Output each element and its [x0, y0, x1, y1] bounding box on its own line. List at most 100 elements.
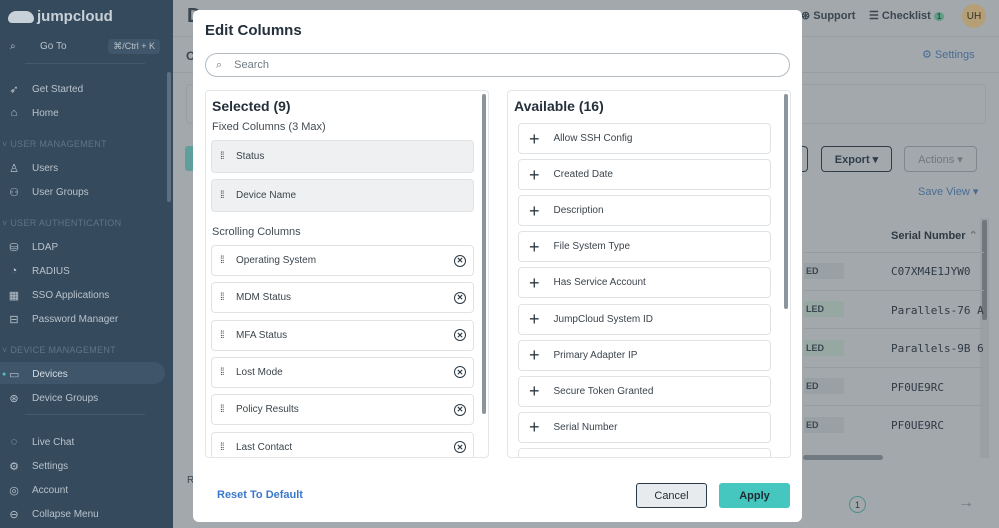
row-divider	[804, 328, 984, 329]
fixed-column-item[interactable]: ⁞⁞ Device Name	[211, 179, 474, 212]
sidebar-scrollbar[interactable]	[167, 72, 171, 202]
actions-button[interactable]: Actions ▾	[904, 146, 977, 172]
sidebar-item-collapse[interactable]: ⊖ Collapse Menu	[8, 508, 99, 521]
sidebar-item-device-groups[interactable]: ⊛ Device Groups	[8, 392, 98, 405]
plus-icon[interactable]: +	[529, 418, 540, 436]
row-divider	[804, 367, 984, 368]
available-column-item[interactable]: + Allow SSH Config	[518, 123, 771, 154]
plus-icon[interactable]: +	[529, 346, 540, 364]
sidebar-item-get-started[interactable]: ➶ Get Started	[8, 83, 83, 96]
sidebar-item-live-chat[interactable]: ◌ Live Chat	[8, 436, 75, 448]
scrolling-column-item[interactable]: ⁞⁞ Lost Mode ✕	[211, 356, 474, 388]
sidebar-item-password-manager[interactable]: ⊟ Password Manager	[8, 313, 118, 326]
label: Live Chat	[32, 436, 75, 448]
scrolling-column-item[interactable]: ⁞⁞ MFA Status ✕	[211, 319, 474, 351]
export-button[interactable]: Export ▾	[821, 146, 892, 172]
available-column-item[interactable]: + Created Date	[518, 159, 771, 191]
drag-handle-icon[interactable]: ⁞⁞	[220, 191, 226, 201]
page-number[interactable]: 1	[849, 496, 866, 513]
plus-icon[interactable]: +	[529, 130, 540, 148]
drag-handle-icon[interactable]: ⁞⁞	[220, 330, 226, 340]
scrolling-column-item[interactable]: ⁞⁞ MDM Status ✕	[211, 282, 474, 314]
selected-scrollbar[interactable]	[482, 94, 486, 414]
drag-handle-icon[interactable]: ⁞⁞	[220, 442, 226, 452]
checklist-icon: ☰	[869, 10, 882, 22]
gear-icon: ⚙	[9, 461, 19, 473]
remove-icon[interactable]: ✕	[454, 291, 466, 304]
goto-search[interactable]: ⌕ Go To ⌘/Ctrl + K	[10, 39, 160, 54]
jumpcloud-logo[interactable]: jumpcloud	[8, 8, 113, 25]
available-column-item[interactable]: + JumpCloud System ID	[518, 303, 771, 335]
users-icon: ⚇	[9, 187, 19, 199]
avatar[interactable]: UH	[962, 4, 986, 28]
label: Settings	[32, 461, 69, 472]
scrolling-column-item[interactable]: ⁞⁞ Operating System ✕	[211, 245, 474, 276]
remove-icon[interactable]: ✕	[454, 366, 466, 379]
remove-icon[interactable]: ✕	[454, 254, 466, 267]
sidebar-item-home[interactable]: ⌂ Home	[8, 107, 59, 119]
sidebar-item-radius[interactable]: ◔ RADIUS	[8, 265, 70, 277]
section-user-management[interactable]: ˅ USER MANAGEMENT	[2, 139, 107, 149]
plus-icon[interactable]: +	[529, 274, 540, 292]
available-column-item[interactable]: + Serial Number	[518, 411, 771, 443]
support-icon: ⊛	[801, 10, 814, 22]
plus-icon[interactable]: +	[529, 238, 540, 256]
fixed-column-item[interactable]: ⁞⁞ Status	[211, 140, 474, 173]
scrolling-column-item[interactable]: ⁞⁞ Policy Results ✕	[211, 394, 474, 426]
remove-icon[interactable]: ✕	[454, 403, 466, 416]
sidebar-item-sso[interactable]: ▦ SSO Applications	[8, 289, 109, 302]
label: Users	[32, 163, 59, 174]
sidebar-item-settings[interactable]: ⚙ Settings	[8, 460, 68, 473]
settings-link[interactable]: ⚙ Settings	[922, 48, 975, 61]
label: Settings	[934, 49, 975, 61]
available-column-item[interactable]: + Has Service Account	[518, 267, 771, 299]
drag-handle-icon[interactable]: ⁞⁞	[220, 256, 226, 266]
label: DEVICE MANAGEMENT	[10, 345, 116, 355]
section-device-management[interactable]: ˅ DEVICE MANAGEMENT	[2, 345, 116, 355]
plus-icon[interactable]: +	[529, 310, 540, 328]
next-page-arrow-icon[interactable]: →	[958, 494, 974, 512]
label: Account	[32, 485, 69, 496]
plus-icon[interactable]: +	[529, 166, 540, 184]
drag-handle-icon[interactable]: ⁞⁞	[220, 293, 226, 303]
section-user-authentication[interactable]: ˅ USER AUTHENTICATION	[2, 218, 121, 228]
column-header-serial[interactable]: Serial Number ⌃	[891, 229, 978, 242]
remove-icon[interactable]: ✕	[454, 329, 466, 342]
available-scrollbar[interactable]	[784, 94, 788, 309]
serial-cell: PF0UE9RC	[891, 419, 944, 432]
reset-to-default-link[interactable]: Reset To Default	[217, 489, 303, 501]
available-column-item[interactable]: + Description	[518, 195, 771, 227]
cancel-button[interactable]: Cancel	[636, 483, 707, 508]
horizontal-scrollbar[interactable]	[803, 455, 883, 460]
fixed-columns-label: Fixed Columns (3 Max)	[212, 121, 326, 133]
label: SSO Applications	[32, 290, 110, 301]
drag-handle-icon[interactable]: ⁞⁞	[220, 367, 226, 377]
sort-icon: ⌃	[965, 230, 978, 242]
sidebar-item-user-groups[interactable]: ⚇ User Groups	[8, 186, 89, 199]
plus-icon[interactable]: +	[529, 202, 540, 220]
apply-button[interactable]: Apply	[719, 483, 790, 508]
available-column-item[interactable]: + Primary Adapter IP	[518, 339, 771, 371]
remove-icon[interactable]: ✕	[454, 441, 466, 453]
column-label: JumpCloud System ID	[553, 313, 653, 325]
sidebar-item-ldap[interactable]: ⛁ LDAP	[8, 241, 58, 254]
available-column-item[interactable]: + File System Type	[518, 231, 771, 263]
available-column-item-partial[interactable]	[518, 448, 771, 457]
available-panel: Available (16) + Allow SSH Config + Created…	[507, 90, 791, 458]
support-link[interactable]: ⊛ Support	[801, 9, 855, 22]
sidebar-item-users[interactable]: ♙ Users	[8, 162, 58, 175]
drag-handle-icon[interactable]: ⁞⁞	[220, 152, 226, 162]
save-view-button[interactable]: Save View ▾	[918, 185, 978, 198]
drag-handle-icon[interactable]: ⁞⁞	[220, 405, 226, 415]
sidebar-item-account[interactable]: ◎ Account	[8, 484, 68, 497]
plus-icon[interactable]: +	[529, 382, 540, 400]
selected-title: Selected (9)	[212, 98, 291, 114]
available-column-item[interactable]: + Secure Token Granted	[518, 375, 771, 407]
search-input[interactable]: ⌕ Search	[205, 53, 790, 77]
scrolling-column-item[interactable]: ⁞⁞ Last Contact ✕	[211, 431, 474, 457]
column-label: Operating System	[236, 255, 317, 266]
checklist-link[interactable]: ☰ Checklist 1	[869, 9, 945, 22]
label: Collapse Menu	[32, 509, 99, 520]
label: Device Groups	[32, 393, 99, 404]
sidebar-item-devices[interactable]: ● ▭ Devices	[2, 368, 68, 381]
